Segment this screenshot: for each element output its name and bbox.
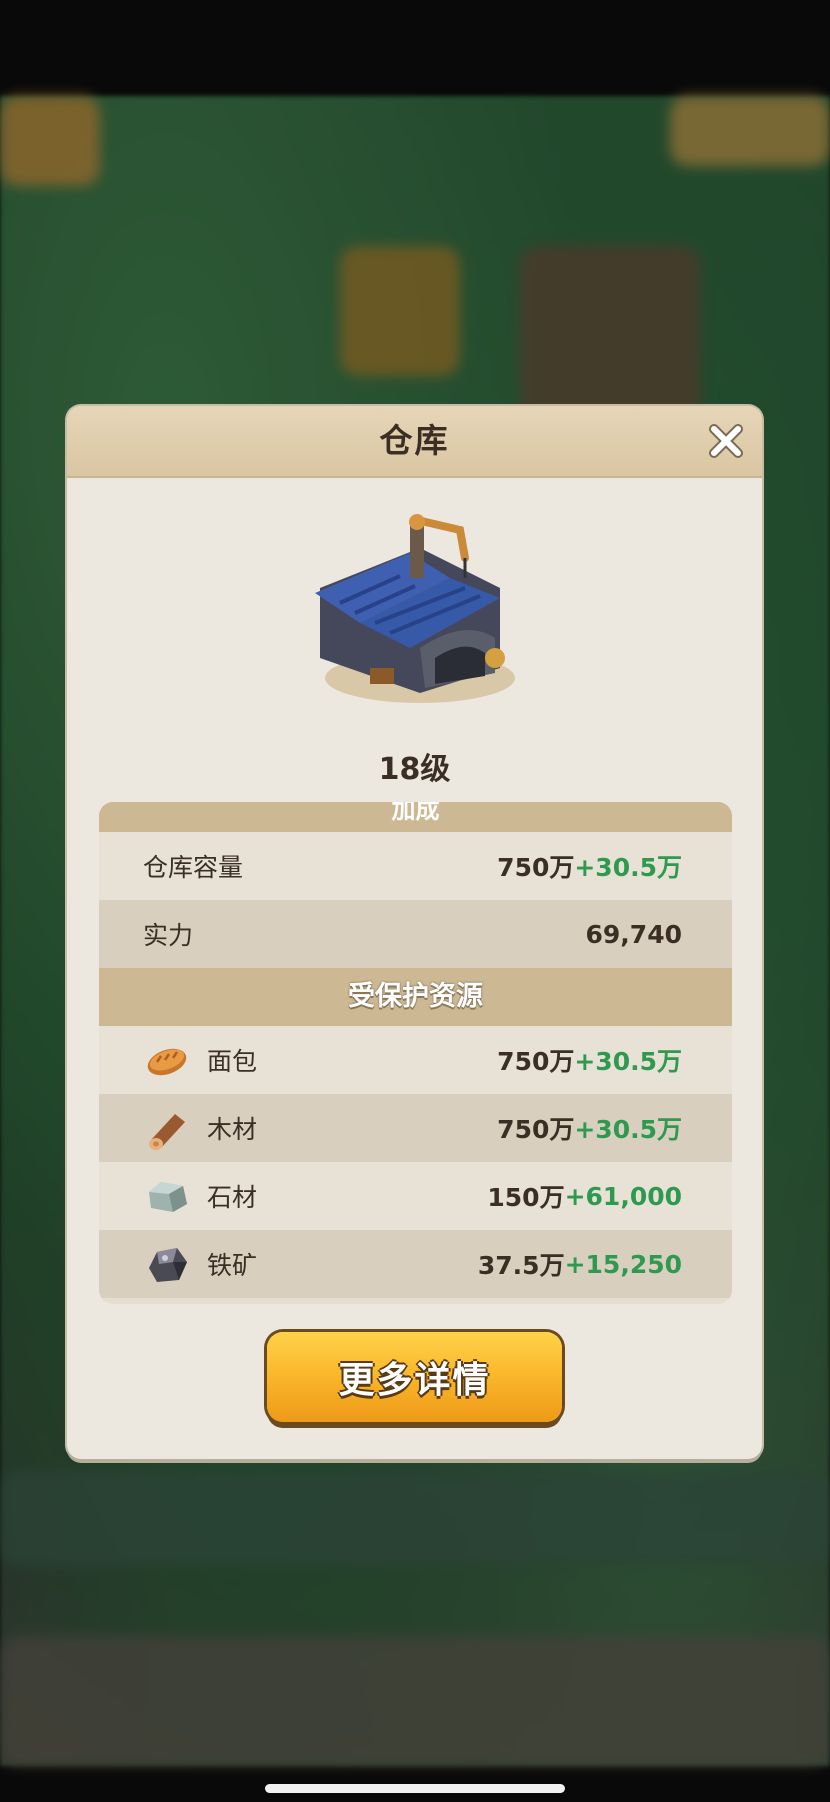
building-level: 18级 xyxy=(378,752,451,787)
close-button[interactable] xyxy=(704,419,748,463)
resource-label: 铁矿 xyxy=(207,1251,258,1280)
resource-value: 750万 xyxy=(497,1115,575,1144)
resource-label: 木材 xyxy=(207,1115,258,1144)
resource-label: 面包 xyxy=(207,1047,258,1076)
resource-row-stone: 石材 150万 +61,000 xyxy=(99,1162,732,1230)
stat-bonus: +30.5万 xyxy=(574,853,682,882)
resource-row-wood: 木材 750万 +30.5万 xyxy=(99,1094,732,1162)
resource-bonus: +15,250 xyxy=(564,1249,682,1279)
stat-row-capacity: 仓库容量 750万 +30.5万 xyxy=(99,832,732,900)
close-icon xyxy=(709,424,743,458)
stats-panel: 加成 仓库容量 750万 +30.5万 实力 69,740 受保护资源 面包 7… xyxy=(99,802,732,1304)
iron-ore-icon xyxy=(145,1242,189,1286)
protected-resources-header: 受保护资源 xyxy=(99,968,732,1026)
resource-value: 750万 xyxy=(497,1047,575,1076)
bread-icon xyxy=(145,1038,189,1082)
stat-label: 实力 xyxy=(143,921,194,950)
stat-label: 仓库容量 xyxy=(143,853,244,882)
stat-row-power: 实力 69,740 xyxy=(99,900,732,968)
stat-value: 69,740 xyxy=(585,919,682,949)
resource-value: 37.5万 xyxy=(477,1251,565,1280)
resource-row-bread: 面包 750万 +30.5万 xyxy=(99,1026,732,1094)
resource-bonus: +61,000 xyxy=(564,1181,682,1211)
more-details-button[interactable]: 更多详情 xyxy=(267,1332,562,1422)
home-indicator[interactable] xyxy=(265,1784,565,1793)
resource-bonus: +30.5万 xyxy=(574,1115,682,1144)
resource-bonus: +30.5万 xyxy=(574,1047,682,1076)
resource-value: 150万 xyxy=(487,1183,565,1212)
bonus-section-header: 加成 xyxy=(99,802,732,832)
resource-label: 石材 xyxy=(207,1183,258,1212)
dialog-title: 仓库 xyxy=(379,421,450,460)
stone-icon xyxy=(145,1174,189,1218)
warehouse-building-image xyxy=(315,514,515,703)
stat-value: 750万 xyxy=(497,853,575,882)
warehouse-dialog: 仓库 18级 加成 仓库容量 750万 +30.5万 实力 69,740 受保护… xyxy=(67,406,762,1459)
more-details-label: 更多详情 xyxy=(338,1360,491,1401)
resource-row-iron: 铁矿 37.5万 +15,250 xyxy=(99,1230,732,1298)
wood-icon xyxy=(145,1106,189,1150)
